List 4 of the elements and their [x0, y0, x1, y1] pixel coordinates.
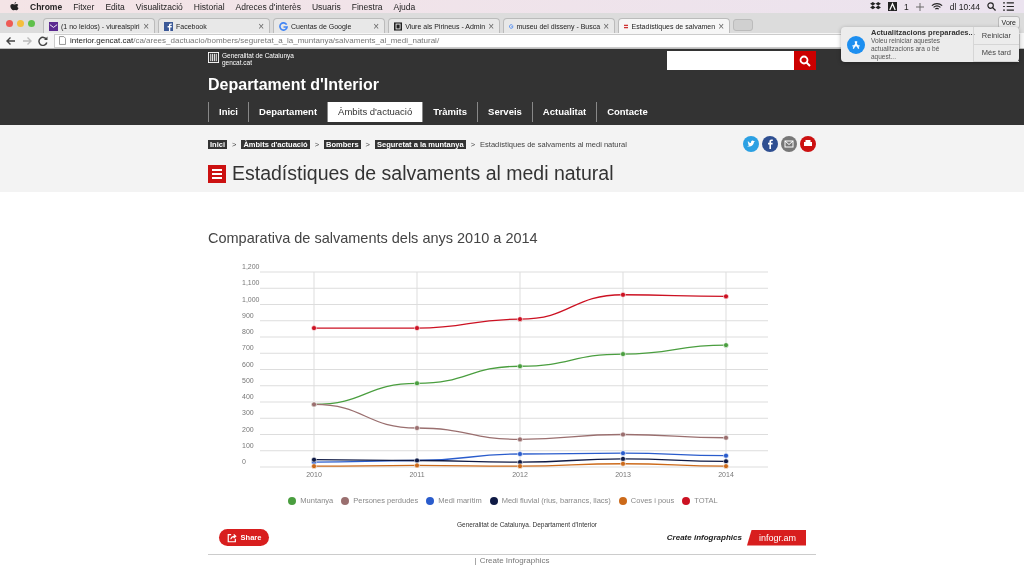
status-count: 1 — [904, 1, 909, 12]
chart-title: Comparativa de salvaments dels anys 2010 a 2014 — [208, 230, 539, 246]
footer-separator: | — [474, 556, 477, 565]
page-title: Estadístiques de salvaments al medi natural — [232, 162, 614, 185]
